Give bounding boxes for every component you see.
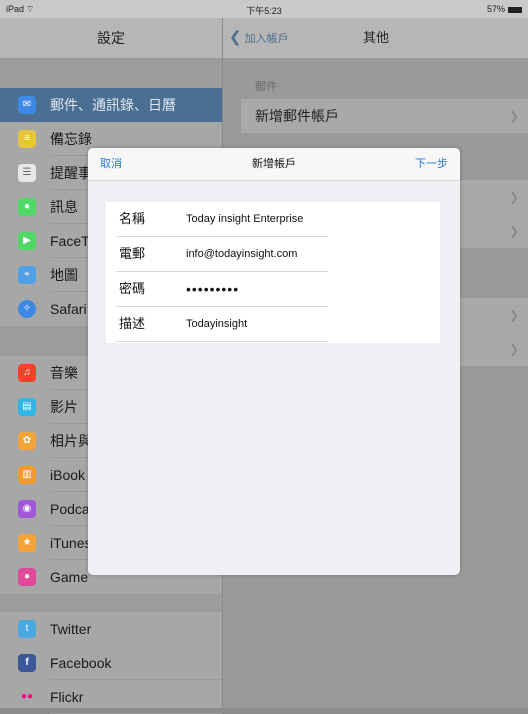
sidebar-gap: [0, 59, 222, 88]
sidebar-item-label: 地圖: [50, 267, 78, 283]
status-time: 下午5:23: [246, 6, 282, 16]
chevron-right-icon: ❯: [508, 308, 519, 322]
reminders-icon: ☰: [18, 164, 36, 182]
sidebar-item-label: 備忘錄: [50, 131, 92, 147]
chevron-right-icon: ❯: [508, 342, 519, 356]
sidebar-item-label: Game: [50, 569, 89, 585]
notes-icon: ≡: [18, 130, 36, 148]
name-field[interactable]: Today insight Enterprise: [186, 202, 303, 237]
divider: [116, 341, 328, 342]
sidebar-title: 設定: [0, 18, 222, 59]
description-field[interactable]: Todayinsight: [186, 307, 247, 342]
photos-icon: ✿: [18, 432, 36, 450]
password-row: 密碼 •••••••••: [106, 272, 440, 307]
sidebar-item-label: 訊息: [50, 199, 78, 215]
account-form: 名稱 Today insight Enterprise 電郵 info@toda…: [106, 202, 440, 343]
facetime-icon: ▶: [18, 232, 36, 250]
status-bar: iPad ⌔ 下午5:23 57%: [0, 0, 528, 18]
ibooks-icon: ▥: [18, 466, 36, 484]
safari-icon: ✧: [18, 300, 36, 318]
password-label: 密碼: [119, 281, 146, 296]
maps-icon: ⌖: [18, 266, 36, 284]
email-label: 電郵: [119, 246, 146, 261]
add-mail-account-label: 新增郵件帳戶: [255, 108, 339, 124]
videos-icon: ▤: [18, 398, 36, 416]
mail-icon: ✉: [18, 96, 36, 114]
sidebar-item-label: 郵件、通訊錄、日曆: [50, 97, 176, 113]
podcasts-icon: ◉: [18, 500, 36, 518]
new-account-modal: 取消 新增帳戶 下一步 名稱 Today insight Enterprise …: [88, 148, 460, 575]
sidebar-item-label: 音樂: [50, 365, 78, 381]
detail-title: 其他: [362, 30, 389, 45]
chevron-right-icon: ❯: [508, 109, 519, 123]
music-icon: ♫: [18, 364, 36, 382]
flickr-icon: ●●: [20, 691, 34, 702]
itunes-icon: ★: [18, 534, 36, 552]
name-row: 名稱 Today insight Enterprise: [106, 202, 440, 237]
sidebar-item-label: Safari: [50, 301, 87, 317]
sidebar-item-label: Podca: [50, 501, 90, 517]
sidebar-item-label: iBook: [50, 467, 86, 483]
messages-icon: ●: [18, 198, 36, 216]
sidebar-item-label: Facebook: [50, 655, 112, 671]
sidebar-item-twitter[interactable]: t Twitter: [0, 612, 222, 646]
sidebar-item-flickr[interactable]: ●● Flickr: [0, 680, 222, 714]
chevron-right-icon: ❯: [508, 190, 519, 204]
description-label: 描述: [119, 316, 146, 331]
sidebar-item-label: Twitter: [50, 621, 92, 637]
battery-indicator: 57%: [487, 4, 522, 14]
sidebar-item-label: iTunes: [50, 535, 92, 551]
sidebar-item-mail[interactable]: ✉ 郵件、通訊錄、日曆: [0, 88, 222, 122]
sidebar-gap: [0, 594, 222, 612]
battery-icon: [508, 6, 522, 13]
add-mail-account-cell[interactable]: 新增郵件帳戶 ❯: [241, 99, 528, 133]
gamecenter-icon: ●: [18, 568, 36, 586]
detail-nav-bar: ❮ 加入帳戶 其他: [223, 18, 528, 59]
sidebar-item-label: 相片與: [50, 433, 92, 449]
description-row: 描述 Todayinsight: [106, 307, 440, 342]
email-row: 電郵 info@todayinsight.com: [106, 237, 440, 272]
section-label-mail: 郵件: [255, 81, 277, 93]
chevron-right-icon: ❯: [508, 224, 519, 238]
sidebar-item-label: 提醒事: [50, 165, 92, 181]
modal-nav-bar: 取消 新增帳戶 下一步: [88, 148, 460, 181]
next-button[interactable]: 下一步: [415, 148, 448, 180]
email-field[interactable]: info@todayinsight.com: [186, 237, 297, 272]
twitter-icon: t: [18, 620, 36, 638]
sidebar-item-label: Flickr: [50, 689, 84, 705]
sidebar-item-label: 影片: [50, 399, 78, 415]
password-field[interactable]: •••••••••: [186, 272, 239, 307]
modal-title: 新增帳戶: [252, 158, 296, 170]
sidebar-item-facebook[interactable]: f Facebook: [0, 646, 222, 680]
sidebar-item-label: FaceT: [50, 233, 90, 249]
battery-percent: 57%: [486, 4, 505, 14]
name-label: 名稱: [119, 211, 146, 226]
facebook-icon: f: [18, 654, 36, 672]
